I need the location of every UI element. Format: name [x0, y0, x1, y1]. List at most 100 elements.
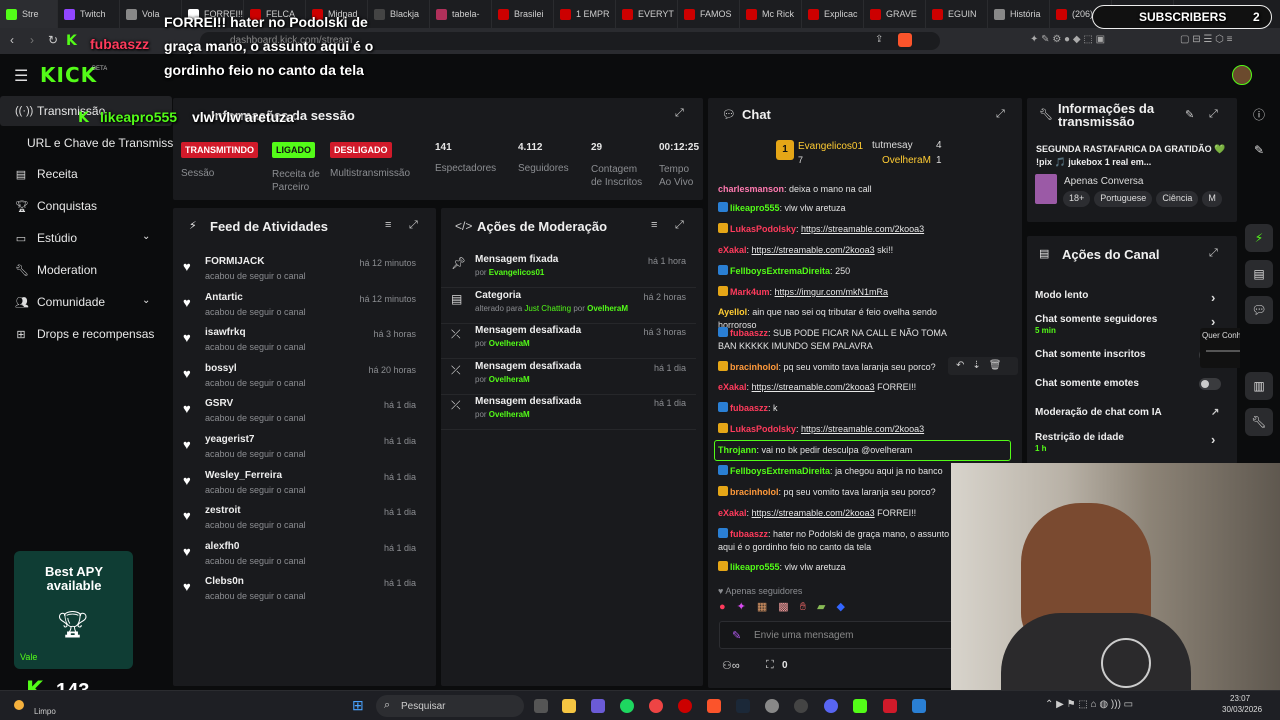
- chrome-icon[interactable]: [649, 699, 663, 713]
- app-icon[interactable]: [591, 699, 605, 713]
- kick-app-icon[interactable]: [853, 699, 867, 713]
- sidebar-item-moderation[interactable]: 🔧︎ Moderation: [0, 255, 172, 285]
- browser-tab[interactable]: Mc Rick: [740, 0, 802, 28]
- chat-message[interactable]: charlesmanson: deixa o mano na call: [718, 183, 950, 196]
- browser-tab[interactable]: FAMOS: [678, 0, 740, 28]
- steam-icon[interactable]: [736, 699, 750, 713]
- browser-tab[interactable]: Explicac: [802, 0, 864, 28]
- tag-chip[interactable]: Portuguese: [1094, 191, 1153, 207]
- tag-chip[interactable]: M: [1202, 191, 1222, 207]
- chat-message[interactable]: LukasPodolsky: https://streamable.com/2k…: [718, 423, 950, 436]
- feed-item[interactable]: ♥ Clebs0n acabou de seguir o canal há 1 dia: [173, 574, 428, 609]
- menu-icon[interactable]: ☰: [14, 66, 28, 86]
- chat-message[interactable]: FellboysExtremaDireita: ja chegou aqui j…: [718, 465, 950, 478]
- opera-icon[interactable]: [678, 699, 692, 713]
- moderation-item[interactable]: ▤ Categoria alterado para Just Chatting po…: [441, 288, 696, 324]
- app-icon[interactable]: [912, 699, 926, 713]
- feed-item[interactable]: ♥ Wesley_Ferreira acabou de seguir o canal…: [173, 468, 428, 503]
- chat-message[interactable]: eXakal: https://streamable.com/2kooa3 FO…: [718, 381, 950, 394]
- chat-message[interactable]: FellboysExtremaDireita: 250: [718, 265, 950, 278]
- channel-setting[interactable]: Modo lento ›: [1035, 290, 1225, 305]
- expand-icon[interactable]: ⤢: [409, 219, 418, 232]
- feed-item[interactable]: ♥ zestroit acabou de seguir o canal há 1 di…: [173, 503, 428, 538]
- browser-tab[interactable]: 1 EMPR: [554, 0, 616, 28]
- moderation-item[interactable]: 📌︎ Mensagem fixada por Evangelicos01 há 1 h…: [441, 252, 696, 288]
- channel-setting[interactable]: Moderação de chat com IA ↗: [1035, 407, 1225, 418]
- filter-icon[interactable]: ≡: [385, 219, 391, 231]
- chat-icon[interactable]: 💬︎: [1245, 296, 1273, 324]
- browser-tab[interactable]: História: [988, 0, 1050, 28]
- chat-message[interactable]: likeapro555: vlw vlw aretuza: [718, 202, 950, 215]
- gift-icon[interactable]: ⛶: [766, 659, 774, 672]
- reload-icon[interactable]: ↻: [48, 33, 58, 47]
- sidebar-item-url[interactable]: URL e Chave de Transmissão: [0, 128, 187, 158]
- channel-setting[interactable]: Chat somente inscritos: [1035, 349, 1225, 361]
- layout-icon[interactable]: ▥: [1245, 372, 1273, 400]
- app-icon[interactable]: [883, 699, 897, 713]
- chat-message[interactable]: bracinholol: pq seu vomito tava laranja …: [718, 486, 950, 499]
- browser-tab[interactable]: Stre: [0, 0, 58, 28]
- chat-message[interactable]: bracinholol: pq seu vomito tava laranja …: [718, 361, 950, 374]
- tray-icons[interactable]: ⌃ ▶ ⚑ ⬚ ⌂ ◍ ))) ▭: [1045, 699, 1133, 710]
- chat-message-actions[interactable]: ↶⇣🗑︎: [948, 357, 1018, 375]
- explorer-icon[interactable]: [562, 699, 576, 713]
- wrench-icon[interactable]: 🔧︎: [1245, 408, 1273, 436]
- filter-icon[interactable]: ≡: [651, 219, 657, 231]
- feed-item[interactable]: ♥ bossyl acabou de seguir o canal há 20 hor…: [173, 361, 428, 396]
- expand-icon[interactable]: ⤢: [996, 108, 1005, 121]
- feed-item[interactable]: ♥ alexfh0 acabou de seguir o canal há 1 dia: [173, 539, 428, 574]
- expand-icon[interactable]: ⤢: [675, 219, 684, 232]
- chat-message[interactable]: LukasPodolsky: https://streamable.com/2k…: [718, 223, 950, 236]
- sidebar-item-receita[interactable]: ▤ Receita: [0, 159, 172, 189]
- windows-start-icon[interactable]: ⊞: [352, 697, 364, 714]
- back-icon[interactable]: ‹: [10, 33, 14, 47]
- feed-item[interactable]: ♥ Antartic acabou de seguir o canal há 12 m…: [173, 290, 428, 325]
- moderation-item[interactable]: ⤫ Mensagem desafixada por OvelheraM há 3 ho…: [441, 323, 696, 359]
- toggle-switch[interactable]: [1199, 378, 1221, 390]
- chat-message[interactable]: likeapro555: vlw vlw aretuza: [718, 561, 950, 574]
- spotify-icon[interactable]: [620, 699, 634, 713]
- browser-tab[interactable]: EGUIN: [926, 0, 988, 28]
- moderation-item[interactable]: ⤫ Mensagem desafixada por OvelheraM há 1 di…: [441, 359, 696, 395]
- tag-chip[interactable]: 18+: [1063, 191, 1091, 207]
- chat-message[interactable]: fubaaszz: hater no Podolski de graça man…: [718, 528, 950, 554]
- chat-message[interactable]: eXakal: https://streamable.com/2kooa3 sk…: [718, 244, 950, 257]
- chat-message[interactable]: fubaaszz: k: [718, 402, 950, 415]
- feed-item[interactable]: ♥ FORMIJACK acabou de seguir o canal há 12 …: [173, 254, 428, 289]
- pencil-icon[interactable]: ✎: [1245, 136, 1273, 164]
- avatar[interactable]: [1232, 65, 1252, 85]
- sidebar-item-estudio[interactable]: ▭ Estúdio ⌄: [0, 223, 172, 253]
- feed-item[interactable]: ♥ isawfrkq acabou de seguir o canal há 3 ho…: [173, 325, 428, 360]
- chat-message[interactable]: fubaaszz: SUB PODE FICAR NA CALL E NÃO T…: [718, 327, 950, 353]
- expand-icon[interactable]: ⤢: [1209, 108, 1218, 121]
- expand-icon[interactable]: ⤢: [1209, 247, 1218, 260]
- app-icon[interactable]: [765, 699, 779, 713]
- feed-item[interactable]: ♥ yeagerist7 acabou de seguir o canal há 1 …: [173, 432, 428, 467]
- sidebar-item-comunidade[interactable]: 👥︎ Comunidade ⌄: [0, 287, 172, 317]
- discord-icon[interactable]: [824, 699, 838, 713]
- emote-bar[interactable]: ●✦▦▩✋︎▰◆: [719, 600, 949, 616]
- bolt-icon[interactable]: ⚡︎: [1245, 224, 1273, 252]
- category-name[interactable]: Apenas Conversa: [1064, 176, 1144, 187]
- browser-menu-icon[interactable]: ▢ ⊟ ☰ ⬡ ≡: [1180, 34, 1232, 45]
- browser-tab[interactable]: GRAVE: [864, 0, 926, 28]
- forward-icon[interactable]: ›: [30, 33, 34, 47]
- sidebar-item-drops[interactable]: ⊞ Drops e recompensas: [0, 319, 172, 349]
- document-icon[interactable]: ▤: [1245, 260, 1273, 288]
- chat-message[interactable]: eXakal: https://streamable.com/2kooa3 FO…: [718, 507, 950, 520]
- brave-shield-icon[interactable]: [898, 33, 912, 47]
- info-icon[interactable]: ⓘ: [1245, 100, 1273, 128]
- task-view-icon[interactable]: [534, 699, 548, 713]
- extensions-icon[interactable]: ✦ ✎ ⚙ ● ◆ ⬚ ▣: [1030, 34, 1105, 45]
- chat-input[interactable]: ✎ Envie uma mensagem: [719, 621, 959, 649]
- channel-setting[interactable]: Chat somente emotes: [1035, 378, 1225, 390]
- channel-setting[interactable]: Chat somente seguidores 5 min ›: [1035, 314, 1225, 335]
- channel-setting[interactable]: Restrição de idade 1 h ›: [1035, 432, 1225, 453]
- brave-icon[interactable]: [707, 699, 721, 713]
- share-icon[interactable]: ⇪: [875, 34, 883, 45]
- emote-picker-icon[interactable]: ✎: [732, 629, 741, 642]
- app-icon[interactable]: [794, 699, 808, 713]
- taskbar-search[interactable]: ⌕ Pesquisar: [376, 695, 524, 717]
- browser-tab[interactable]: EVERYT: [616, 0, 678, 28]
- sidebar-item-conquistas[interactable]: 🏆︎ Conquistas: [0, 191, 172, 221]
